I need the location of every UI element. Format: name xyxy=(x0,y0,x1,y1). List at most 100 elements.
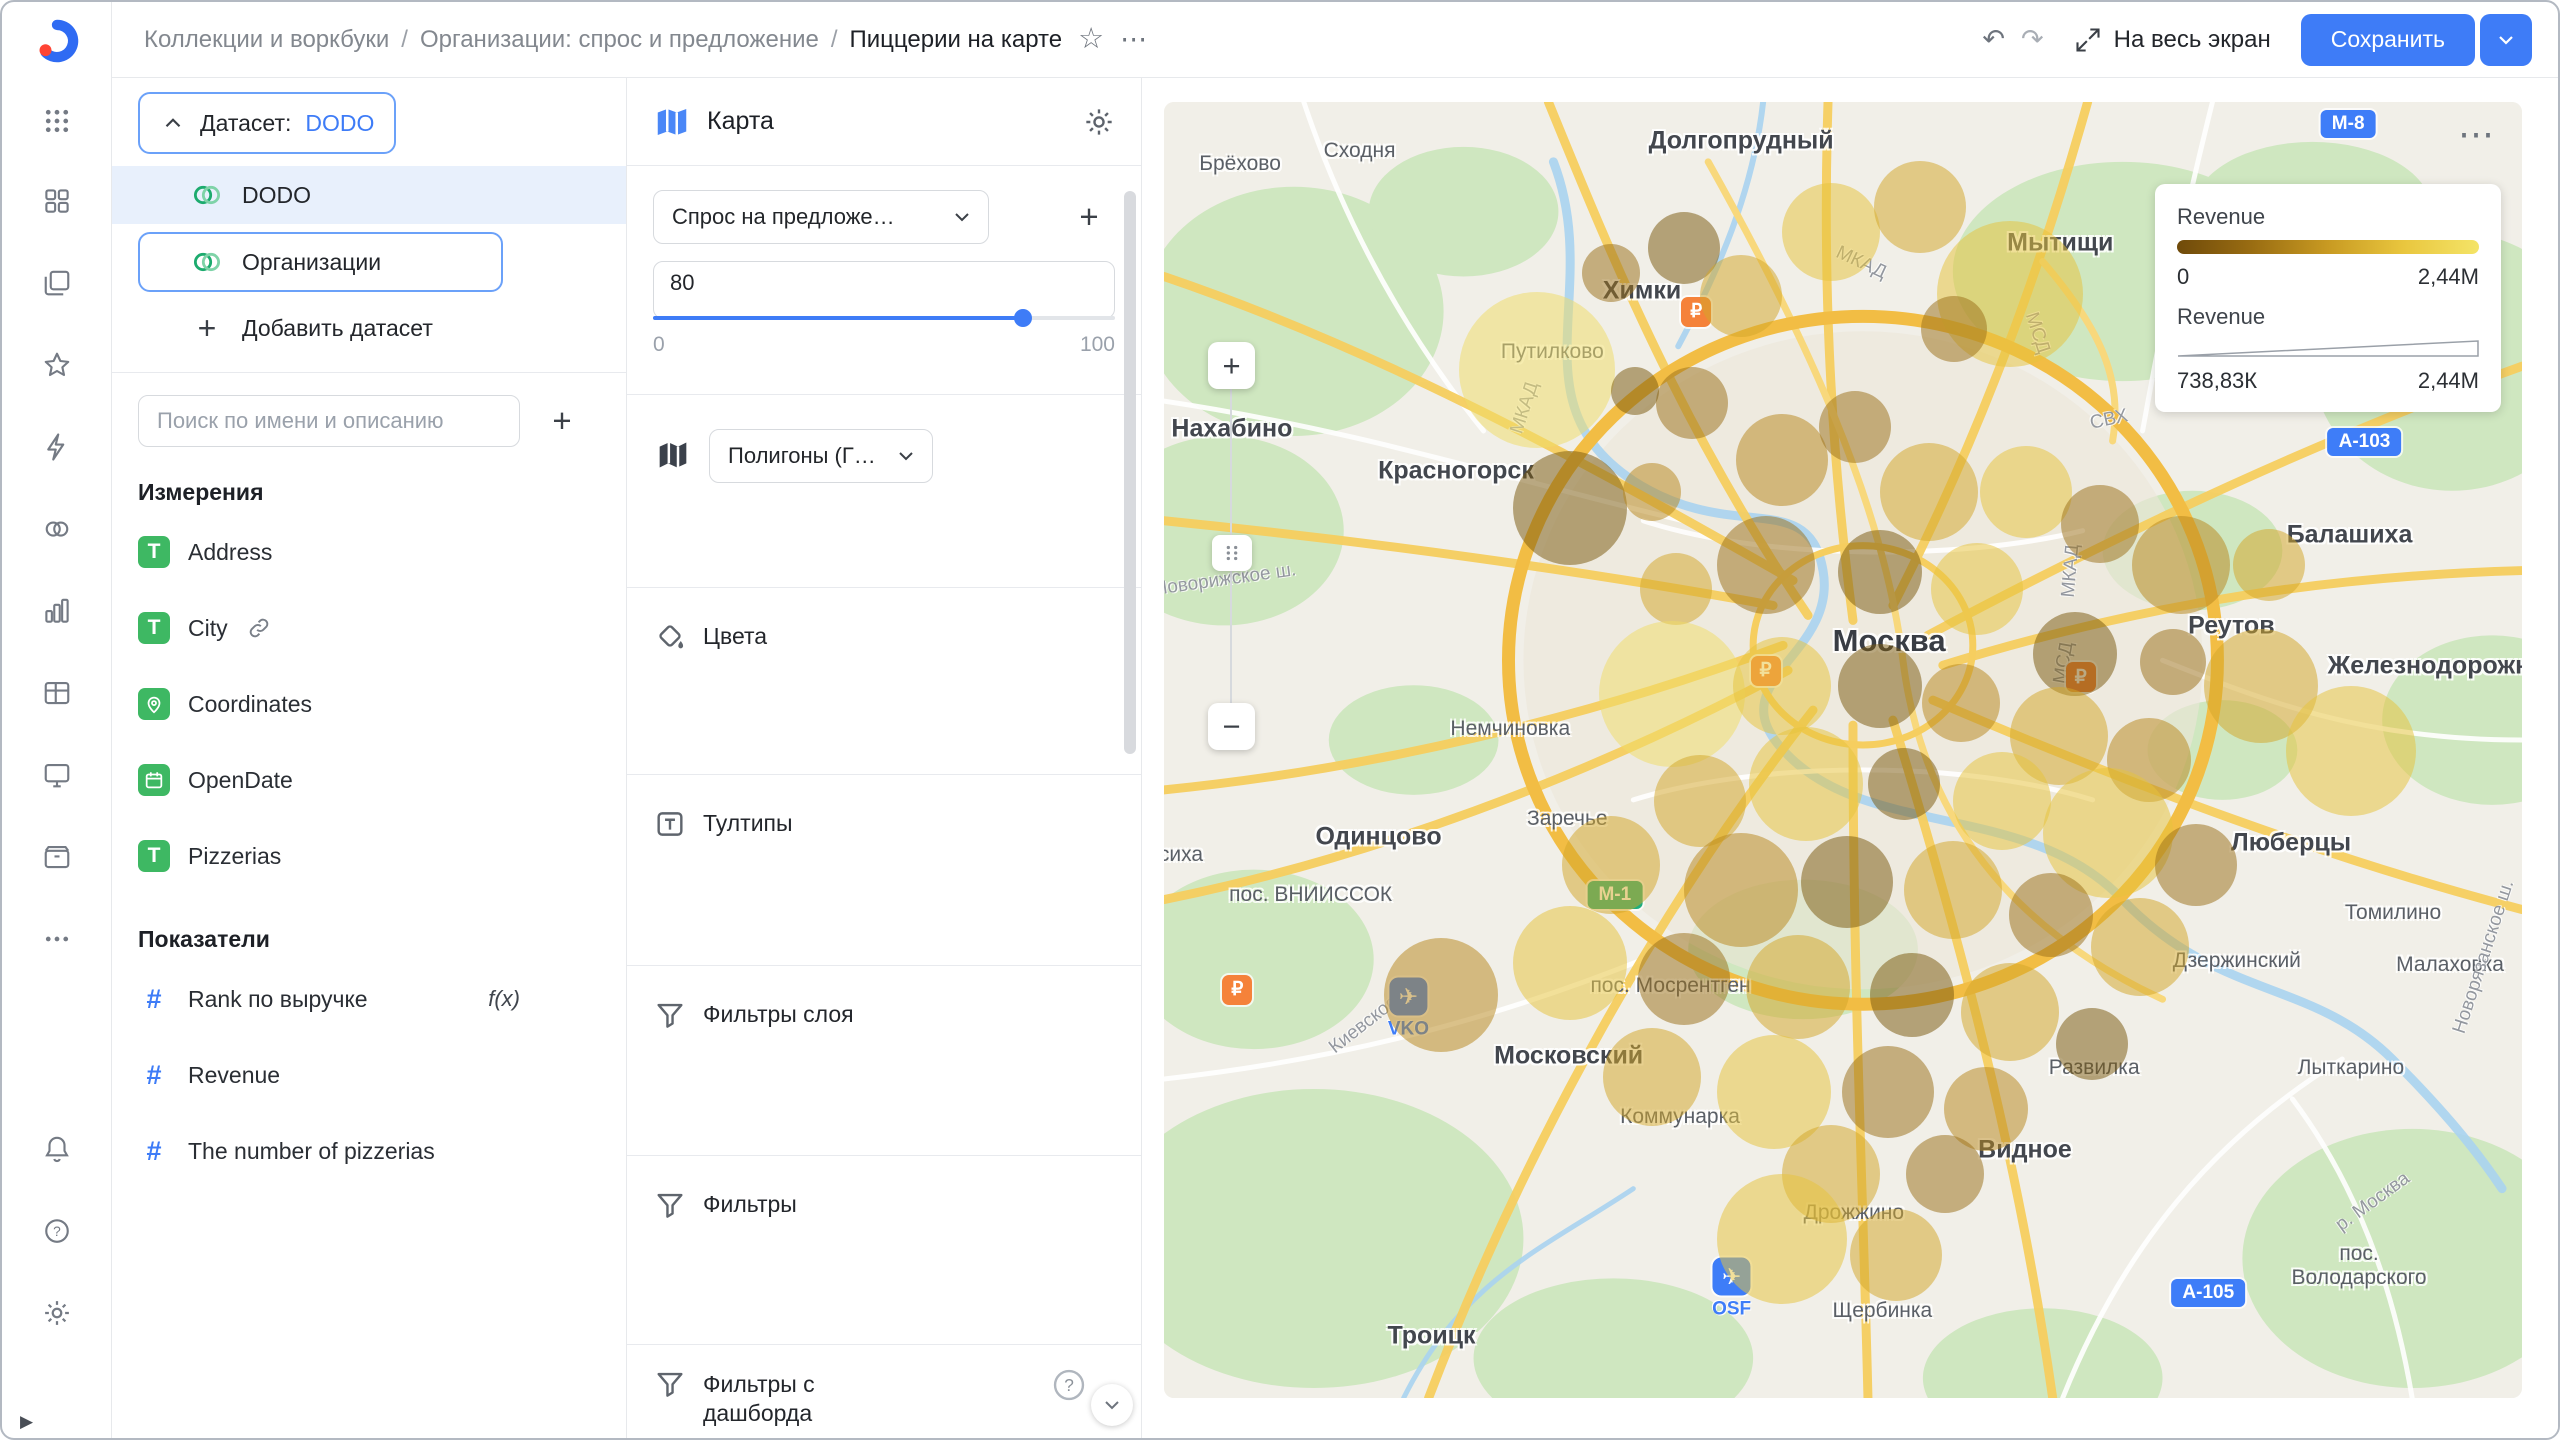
slider-track[interactable] xyxy=(653,316,1115,320)
revenue-bubble[interactable] xyxy=(2155,824,2237,906)
collections-icon[interactable] xyxy=(38,182,76,220)
revenue-bubble[interactable] xyxy=(2009,873,2093,957)
revenue-bubble[interactable] xyxy=(2056,1008,2128,1080)
revenue-bubble[interactable] xyxy=(1640,553,1712,625)
revenue-bubble[interactable] xyxy=(1513,906,1627,1020)
entry-more-icon[interactable]: ⋯ xyxy=(1120,26,1147,53)
layer-select[interactable]: Спрос на предложе… xyxy=(653,190,989,244)
dataset-item-organizations[interactable]: Организации xyxy=(138,232,503,292)
undo-icon[interactable]: ↶ xyxy=(1982,26,2005,53)
revenue-bubble[interactable] xyxy=(1922,664,2000,742)
datalens-logo-icon[interactable] xyxy=(34,18,80,64)
field-city[interactable]: T City xyxy=(112,590,626,666)
add-field-button[interactable]: + xyxy=(536,395,588,447)
revenue-bubble[interactable] xyxy=(1684,833,1798,947)
revenue-bubble[interactable] xyxy=(1870,953,1954,1037)
measure-revenue[interactable]: # Revenue xyxy=(112,1037,626,1113)
revenue-bubble[interactable] xyxy=(2132,516,2230,614)
map-more-icon[interactable]: ⋯ xyxy=(2458,116,2494,152)
favorite-star-icon[interactable]: ☆ xyxy=(1078,25,1104,54)
revenue-bubble[interactable] xyxy=(1611,367,1659,415)
field-coordinates[interactable]: Coordinates xyxy=(112,666,626,742)
revenue-bubble[interactable] xyxy=(1733,637,1831,735)
section-colors[interactable]: Цвета xyxy=(627,588,1141,775)
field-pizzerias[interactable]: T Pizzerias xyxy=(112,818,626,894)
section-dashboard-filters[interactable]: Фильтры с дашборда ? xyxy=(627,1345,1141,1438)
expand-sidebar-icon[interactable]: ▶ xyxy=(20,1412,33,1432)
revenue-bubble[interactable] xyxy=(1513,451,1627,565)
revenue-bubble[interactable] xyxy=(1623,463,1681,521)
revenue-bubble[interactable] xyxy=(1562,816,1660,914)
revenue-bubble[interactable] xyxy=(1980,446,2072,538)
section-layer-filters[interactable]: Фильтры слоя xyxy=(627,966,1141,1156)
add-layer-button[interactable]: + xyxy=(1063,191,1115,243)
field-address[interactable]: T Address xyxy=(112,514,626,590)
zoom-out-button[interactable]: − xyxy=(1208,703,1255,750)
zoom-in-button[interactable]: + xyxy=(1208,342,1255,389)
save-button[interactable]: Сохранить xyxy=(2301,14,2475,66)
revenue-bubble[interactable] xyxy=(1850,1209,1942,1301)
revenue-bubble[interactable] xyxy=(1931,543,2023,635)
revenue-bubble[interactable] xyxy=(1638,933,1730,1025)
dataset-item-dodo[interactable]: DODO xyxy=(112,166,626,224)
revenue-bubble[interactable] xyxy=(1801,836,1893,928)
revenue-bubble[interactable] xyxy=(1736,414,1828,506)
revenue-bubble[interactable] xyxy=(1961,963,2059,1061)
revenue-bubble[interactable] xyxy=(1599,621,1745,767)
help-circle-icon[interactable]: ? xyxy=(1051,1367,1087,1403)
revenue-bubble[interactable] xyxy=(1874,161,1966,253)
layer-opacity-slider[interactable]: 80 xyxy=(653,261,1115,319)
revenue-bubble[interactable] xyxy=(1842,1046,1934,1138)
search-input[interactable] xyxy=(138,395,520,447)
datasets-icon[interactable] xyxy=(38,510,76,548)
quick-actions-l ightning-icon[interactable] xyxy=(38,428,76,466)
revenue-bubble[interactable] xyxy=(2286,686,2416,816)
revenue-bubble[interactable] xyxy=(1656,367,1728,439)
charts-icon[interactable] xyxy=(38,592,76,630)
revenue-bubble[interactable] xyxy=(1603,1028,1701,1126)
revenue-bubble[interactable] xyxy=(1782,183,1880,281)
more-services-icon[interactable] xyxy=(38,920,76,958)
fullscreen-button[interactable]: На весь экран xyxy=(2074,26,2271,54)
apps-grid-icon[interactable] xyxy=(38,102,76,140)
section-tooltips[interactable]: Тултипы xyxy=(627,775,1141,966)
breadcrumb-workbook[interactable]: Организации: спрос и предложение xyxy=(420,26,819,54)
chart-settings-gear-icon[interactable] xyxy=(1083,106,1115,138)
dataset-selector[interactable]: Датасет: DODO xyxy=(138,92,396,154)
revenue-bubble[interactable] xyxy=(1746,935,1850,1039)
slider-knob[interactable] xyxy=(1014,309,1032,327)
measure-rank[interactable]: # Rank по выручке f(x) xyxy=(112,961,626,1037)
revenue-bubble[interactable] xyxy=(1880,443,1978,541)
revenue-bubble[interactable] xyxy=(1384,938,1498,1052)
revenue-bubble[interactable] xyxy=(1868,748,1940,820)
revenue-bubble[interactable] xyxy=(1700,255,1782,337)
section-filters[interactable]: Фильтры xyxy=(627,1156,1141,1345)
zoom-drag-handle[interactable] xyxy=(1212,535,1252,571)
revenue-bubble[interactable] xyxy=(1838,644,1922,728)
settings-gear-icon[interactable] xyxy=(38,1294,76,1332)
revenue-bubble[interactable] xyxy=(1906,1135,1984,1213)
revenue-bubble[interactable] xyxy=(2033,612,2117,696)
revenue-bubble[interactable] xyxy=(1717,516,1815,614)
help-icon[interactable]: ? xyxy=(38,1212,76,1250)
geotype-select[interactable]: Полигоны (Г… xyxy=(709,429,933,483)
redo-icon[interactable]: ↷ xyxy=(2021,26,2044,53)
revenue-bubble[interactable] xyxy=(2091,898,2189,996)
revenue-bubble[interactable] xyxy=(2233,529,2305,601)
revenue-bubble[interactable] xyxy=(1904,841,2002,939)
favorites-star-icon[interactable] xyxy=(38,346,76,384)
scroll-down-icon[interactable] xyxy=(1091,1384,1133,1426)
add-dataset-button[interactable]: + Добавить датасет xyxy=(112,298,626,358)
editor-table-icon[interactable] xyxy=(38,674,76,712)
workbooks-icon[interactable] xyxy=(38,264,76,302)
revenue-bubble[interactable] xyxy=(1953,752,2051,850)
revenue-bubble[interactable] xyxy=(1459,292,1615,448)
storage-icon[interactable] xyxy=(38,838,76,876)
notifications-bell-icon[interactable] xyxy=(38,1130,76,1168)
revenue-bubble[interactable] xyxy=(1838,530,1922,614)
revenue-bubble[interactable] xyxy=(1819,391,1891,463)
revenue-bubble[interactable] xyxy=(1582,244,1640,302)
dashboards-icon[interactable] xyxy=(38,756,76,794)
save-options-chevron-icon[interactable] xyxy=(2480,14,2532,66)
measure-number-of-pizzerias[interactable]: # The number of pizzerias xyxy=(112,1113,626,1189)
